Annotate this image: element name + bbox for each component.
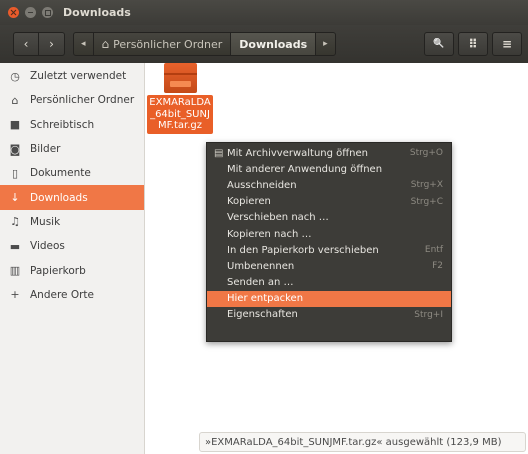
folder-icon: ■ [9,118,21,132]
menu-item-label: Kopieren nach … [227,228,312,240]
chevron-right-icon: ▸ [323,39,328,49]
sidebar-item-label: Schreibtisch [30,118,95,131]
grid-icon: ⠿ [468,37,478,51]
breadcrumb-home-label: Persönlicher Ordner [113,37,223,51]
menu-item-label: Mit Archivverwaltung öffnen [227,147,368,159]
sidebar-item-home[interactable]: ⌂ Persönlicher Ordner [0,88,144,112]
navigation-buttons: ‹ › [13,32,65,56]
hamburger-menu-icon: ≡ [501,37,513,51]
home-icon: ⌂ [11,93,19,107]
menu-item-shortcut: Strg+I [414,309,443,320]
menu-item-send-to[interactable]: Senden an … [207,275,451,291]
video-icon: ▬ [9,239,21,253]
sidebar-item-label: Musik [30,215,61,228]
menu-item-shortcut: Strg+C [410,196,443,207]
toolbar: ‹ › ◂ ⌂ Persönlicher Ordner Downloads ▸ … [0,25,528,63]
context-menu: ▤ Mit Archivverwaltung öffnen Strg+O Mit… [206,142,452,342]
plus-icon: + [10,288,20,302]
close-window-button[interactable] [8,7,19,18]
trash-icon: ▥ [9,264,21,278]
sidebar-item-recent[interactable]: ◷ Zuletzt verwendet [0,64,144,88]
download-icon: ↓ [10,191,20,205]
menu-item-properties[interactable]: Eigenschaften Strg+I [207,307,451,323]
sidebar-item-videos[interactable]: ▬ Videos [0,234,144,258]
sidebar-item-other-locations[interactable]: + Andere Orte [0,283,144,307]
sidebar-item-label: Bilder [30,143,61,156]
chevron-left-icon: ◂ [81,39,86,49]
sidebar-item-desktop[interactable]: ■ Schreibtisch [0,113,144,137]
title-bar: Downloads [0,0,528,25]
sidebar-item-music[interactable]: ♫ Musik [0,210,144,234]
menu-item-copy-to[interactable]: Kopieren nach … [207,226,451,242]
breadcrumb-current[interactable]: Downloads [231,33,317,55]
window-title: Downloads [63,6,131,19]
menu-item-move-to[interactable]: Verschieben nach … [207,210,451,226]
menu-button[interactable]: ≡ [492,32,522,56]
clock-icon: ◷ [10,69,20,83]
menu-item-open-archive-manager[interactable]: ▤ Mit Archivverwaltung öffnen Strg+O [207,145,451,161]
minimize-window-button[interactable] [25,7,36,18]
menu-item-cut[interactable]: Ausschneiden Strg+X [207,177,451,193]
document-icon: ▯ [11,166,19,180]
menu-item-rename[interactable]: Umbenennen F2 [207,258,451,274]
sidebar-item-downloads[interactable]: ↓ Downloads [0,185,144,210]
menu-item-shortcut: Entf [424,245,443,256]
file-name-label: EXMARaLDA_64bit_SUNJMF.tar.gz [147,95,213,134]
menu-item-label: In den Papierkorb verschieben [227,244,379,256]
music-icon: ♫ [10,215,20,229]
view-toggle-button[interactable]: ⠿ [458,32,488,56]
menu-item-label: Eigenschaften [227,309,298,321]
menu-item-label: Ausschneiden [227,179,297,191]
menu-item-extract-here[interactable]: Hier entpacken [207,290,451,307]
breadcrumb: ◂ ⌂ Persönlicher Ordner Downloads ▸ [73,32,336,56]
archive-icon [164,63,197,93]
forward-button[interactable]: › [39,32,65,56]
sidebar-item-label: Downloads [30,191,88,204]
sidebar-item-pictures[interactable]: ◙ Bilder [0,137,144,161]
selection-status: »EXMARaLDA_64bit_SUNJMF.tar.gz« ausgewäh… [199,432,526,452]
toolbar-right-tools: 🔍 ⠿ ≡ [424,32,522,56]
sidebar-item-label: Dokumente [30,167,91,180]
sidebar-item-trash[interactable]: ▥ Papierkorb [0,258,144,282]
menu-item-label: Mit anderer Anwendung öffnen [227,163,383,175]
sidebar-item-label: Papierkorb [30,264,86,277]
archive-manager-icon: ▤ [214,147,224,159]
sidebar: ◷ Zuletzt verwendet ⌂ Persönlicher Ordne… [0,63,145,454]
forward-icon: › [49,37,54,51]
menu-item-label: Senden an … [227,277,294,289]
home-icon: ⌂ [101,37,110,51]
menu-item-shortcut: F2 [432,261,443,272]
menu-item-move-to-trash[interactable]: In den Papierkorb verschieben Entf [207,242,451,258]
search-icon: 🔍 [433,39,445,49]
sidebar-item-label: Persönlicher Ordner [30,94,135,107]
menu-item-label: Umbenennen [227,260,295,272]
menu-item-label: Verschieben nach … [227,212,329,224]
menu-item-open-with-other[interactable]: Mit anderer Anwendung öffnen [207,161,451,177]
breadcrumb-scroll-right[interactable]: ▸ [316,33,335,55]
back-button[interactable]: ‹ [13,32,39,56]
menu-item-label: Kopieren [227,196,271,208]
search-button[interactable]: 🔍 [424,32,454,56]
breadcrumb-home[interactable]: ⌂ Persönlicher Ordner [94,33,232,55]
back-icon: ‹ [23,37,29,51]
sidebar-item-label: Zuletzt verwendet [30,70,127,83]
maximize-window-button[interactable] [42,7,53,18]
menu-item-copy[interactable]: Kopieren Strg+C [207,194,451,210]
menu-item-label: Hier entpacken [227,293,304,305]
camera-icon: ◙ [9,142,21,156]
breadcrumb-scroll-left[interactable]: ◂ [74,33,94,55]
menu-item-shortcut: Strg+X [410,180,443,191]
breadcrumb-current-label: Downloads [239,37,308,51]
sidebar-item-label: Andere Orte [30,288,95,301]
sidebar-item-documents[interactable]: ▯ Dokumente [0,161,144,185]
menu-item-shortcut: Strg+O [409,148,443,159]
sidebar-item-label: Videos [30,240,65,253]
